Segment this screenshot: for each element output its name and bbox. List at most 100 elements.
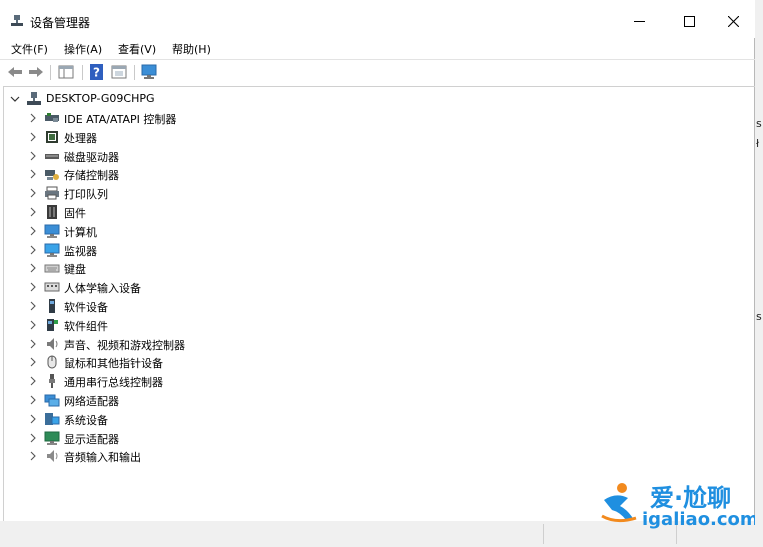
- tree-item[interactable]: 监视器: [4, 241, 744, 259]
- minimize-icon: [633, 20, 645, 22]
- toolbar-separator: [50, 65, 51, 80]
- mouse-icon: [47, 355, 57, 369]
- background-text: s: [756, 310, 762, 323]
- tree-item[interactable]: 人体学输入设备: [4, 278, 744, 296]
- chevron-right-icon[interactable]: [28, 357, 38, 367]
- tree-item[interactable]: 系统设备: [4, 410, 744, 428]
- menu-help[interactable]: 帮助(H): [172, 41, 211, 57]
- chevron-right-icon[interactable]: [28, 451, 38, 461]
- device-tree[interactable]: DESKTOP-G09CHPG IDE ATA/ATAPI 控制器处理器磁盘驱动…: [3, 86, 755, 522]
- menu-bar: 文件(F) 操作(A) 查看(V) 帮助(H): [0, 38, 755, 58]
- monitor-scan-icon[interactable]: [140, 63, 158, 81]
- chevron-right-icon[interactable]: [28, 207, 38, 217]
- status-separator: [543, 524, 544, 544]
- chevron-right-icon[interactable]: [28, 395, 38, 405]
- watermark-logo: 爱·尬聊 igaliao.com: [598, 478, 759, 538]
- help-icon[interactable]: ?: [88, 63, 106, 81]
- tree-item-label: 固件: [64, 207, 86, 220]
- chevron-right-icon[interactable]: [28, 320, 38, 330]
- software-component-icon: [47, 318, 58, 331]
- firmware-icon: [47, 205, 57, 219]
- chevron-right-icon[interactable]: [28, 301, 38, 311]
- chevron-down-icon[interactable]: [10, 94, 20, 104]
- properties-grid-icon[interactable]: [57, 63, 75, 81]
- chevron-right-icon[interactable]: [28, 151, 38, 161]
- tree-item[interactable]: 软件设备: [4, 297, 744, 315]
- tree-item-label: 鼠标和其他指针设备: [64, 357, 163, 371]
- tree-item-label: 显示适配器: [64, 432, 119, 446]
- tree-item-label: 处理器: [64, 131, 97, 145]
- tree-item[interactable]: 软件组件: [4, 316, 744, 334]
- toolbar-separator: [82, 65, 83, 80]
- hid-icon: [44, 282, 60, 292]
- tree-item[interactable]: 音频输入和输出: [4, 447, 744, 465]
- chevron-right-icon[interactable]: [28, 414, 38, 424]
- tree-item[interactable]: 通用串行总线控制器: [4, 372, 744, 390]
- maximize-icon: [683, 15, 695, 27]
- tree-item-label: 系统设备: [64, 413, 108, 427]
- display-adapter-icon: [44, 431, 60, 445]
- tree-item[interactable]: 计算机: [4, 222, 744, 240]
- svg-text:?: ?: [93, 66, 100, 80]
- tree-item-label: 键盘: [64, 263, 86, 277]
- tree-item-label: 计算机: [64, 225, 97, 239]
- toolbar-separator: [134, 65, 135, 80]
- tree-item[interactable]: 鼠标和其他指针设备: [4, 353, 744, 371]
- menu-action[interactable]: 操作(A): [64, 41, 102, 57]
- watermark-brand: 爱·尬聊: [650, 484, 732, 512]
- audio-io-icon: [47, 450, 58, 463]
- chevron-right-icon[interactable]: [28, 132, 38, 142]
- usb-icon: [49, 374, 55, 389]
- tree-item[interactable]: 键盘: [4, 259, 744, 277]
- network-adapter-icon: [44, 394, 60, 407]
- tree-item-label: 音频输入和输出: [64, 451, 141, 465]
- ide-controller-icon: [45, 113, 59, 122]
- menu-view[interactable]: 查看(V): [118, 41, 156, 57]
- window-title: 设备管理器: [30, 16, 91, 30]
- background-window-edge: s ł s: [755, 0, 763, 547]
- computer-root-icon: [27, 92, 41, 105]
- tree-item-label: 人体学输入设备: [64, 282, 141, 296]
- maximize-button[interactable]: [666, 7, 712, 35]
- tree-item[interactable]: 磁盘驱动器: [4, 147, 744, 165]
- tree-item[interactable]: 存储控制器: [4, 165, 744, 183]
- chevron-right-icon[interactable]: [28, 169, 38, 179]
- background-text: s: [756, 117, 762, 130]
- storage-controller-icon: [45, 170, 59, 181]
- tree-item-label: 通用串行总线控制器: [64, 376, 163, 390]
- update-driver-icon[interactable]: [110, 63, 128, 81]
- device-manager-window: 设备管理器 文件(F) 操作(A) 查看(V) 帮助(H) ? DESKTOP-…: [0, 0, 759, 547]
- tree-root[interactable]: DESKTOP-G09CHPG: [4, 90, 744, 108]
- runner-logo-icon: [601, 483, 637, 523]
- chevron-right-icon[interactable]: [28, 433, 38, 443]
- chevron-right-icon[interactable]: [28, 113, 38, 123]
- tree-item-label: 软件设备: [64, 301, 108, 314]
- back-arrow-icon[interactable]: [6, 63, 24, 81]
- tree-item[interactable]: 声音、视频和游戏控制器: [4, 335, 744, 353]
- disk-drive-icon: [45, 153, 59, 159]
- tree-item[interactable]: IDE ATA/ATAPI 控制器: [4, 109, 744, 127]
- computer-icon: [44, 224, 60, 238]
- chevron-right-icon[interactable]: [28, 263, 38, 273]
- chevron-right-icon[interactable]: [28, 226, 38, 236]
- tree-item[interactable]: 处理器: [4, 128, 744, 146]
- minimize-button[interactable]: [616, 7, 662, 35]
- chevron-right-icon[interactable]: [28, 376, 38, 386]
- tree-item[interactable]: 打印队列: [4, 184, 744, 202]
- close-button[interactable]: [710, 7, 756, 35]
- forward-arrow-icon[interactable]: [27, 63, 45, 81]
- tree-item[interactable]: 显示适配器: [4, 429, 744, 447]
- tree-item-label: 打印队列: [64, 188, 108, 202]
- chevron-right-icon[interactable]: [28, 282, 38, 292]
- tree-item[interactable]: 网络适配器: [4, 391, 744, 409]
- toolbar: ?: [0, 59, 755, 84]
- chevron-right-icon[interactable]: [28, 339, 38, 349]
- chevron-right-icon[interactable]: [28, 188, 38, 198]
- menu-file[interactable]: 文件(F): [11, 41, 48, 57]
- tree-item-label: 声音、视频和游戏控制器: [64, 338, 185, 352]
- tree-item[interactable]: 固件: [4, 203, 744, 221]
- tree-item-label: 存储控制器: [64, 169, 119, 183]
- chevron-right-icon[interactable]: [28, 245, 38, 255]
- title-bar[interactable]: 设备管理器: [0, 0, 755, 38]
- system-device-icon: [45, 412, 60, 425]
